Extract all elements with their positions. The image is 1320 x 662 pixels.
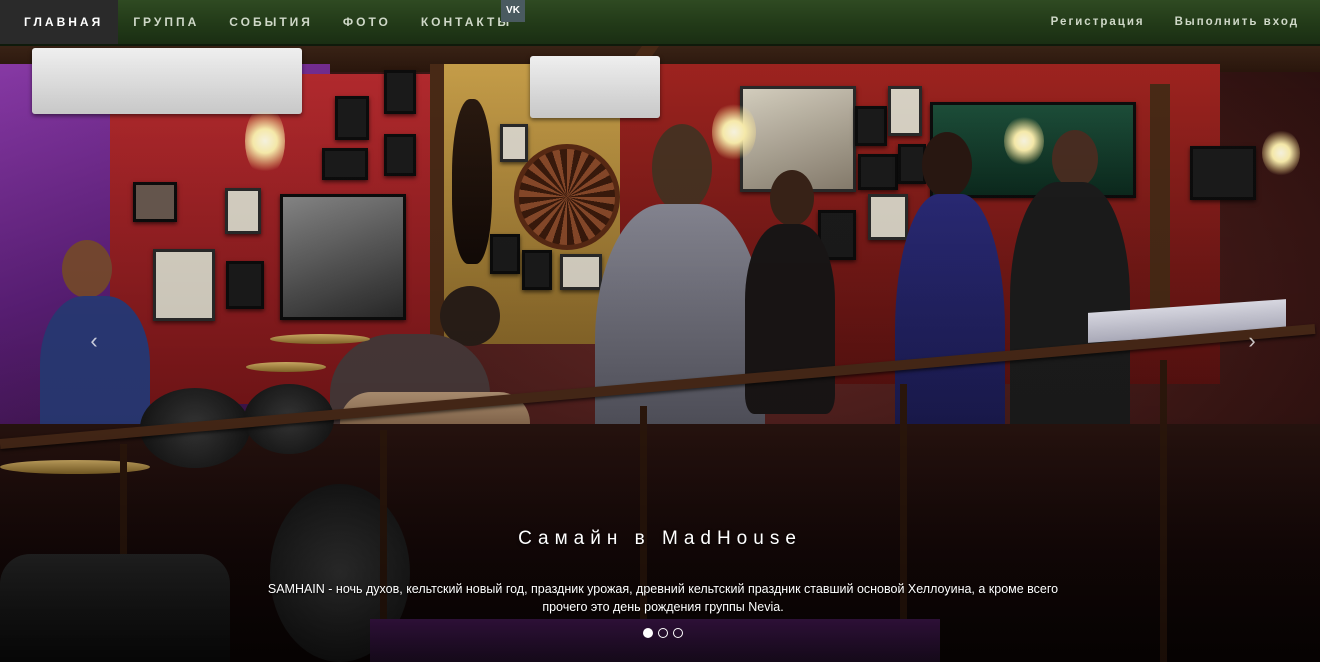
carousel-indicators [643,628,683,638]
main-nav: ГЛАВНАЯ ГРУППА СОБЫТИЯ ФОТО КОНТАКТЫ [0,0,527,44]
login-link[interactable]: Выполнить вход [1160,0,1314,44]
chevron-right-icon[interactable]: › [1242,330,1262,352]
carousel-dot-2[interactable] [658,628,668,638]
vk-icon[interactable]: VK [501,0,525,22]
carousel-dot-3[interactable] [673,628,683,638]
hero-slide-image [0,44,1320,662]
chevron-left-icon[interactable]: ‹ [84,330,104,352]
slide-caption-title: Самайн в MadHouse [518,528,802,549]
register-link[interactable]: Регистрация [1036,0,1160,44]
image-shade [0,44,1320,662]
top-navbar: ГЛАВНАЯ ГРУППА СОБЫТИЯ ФОТО КОНТАКТЫ VK … [0,0,1320,46]
carousel-dot-1[interactable] [643,628,653,638]
slide-caption-text: SAMHAIN - ночь духов, кельтский новый го… [267,582,1059,614]
nav-item-photo[interactable]: ФОТО [328,0,406,44]
auth-nav: Регистрация Выполнить вход [1036,0,1314,44]
nav-item-home[interactable]: ГЛАВНАЯ [0,0,119,44]
nav-item-events[interactable]: СОБЫТИЯ [214,0,328,44]
nav-item-group[interactable]: ГРУППА [118,0,214,44]
